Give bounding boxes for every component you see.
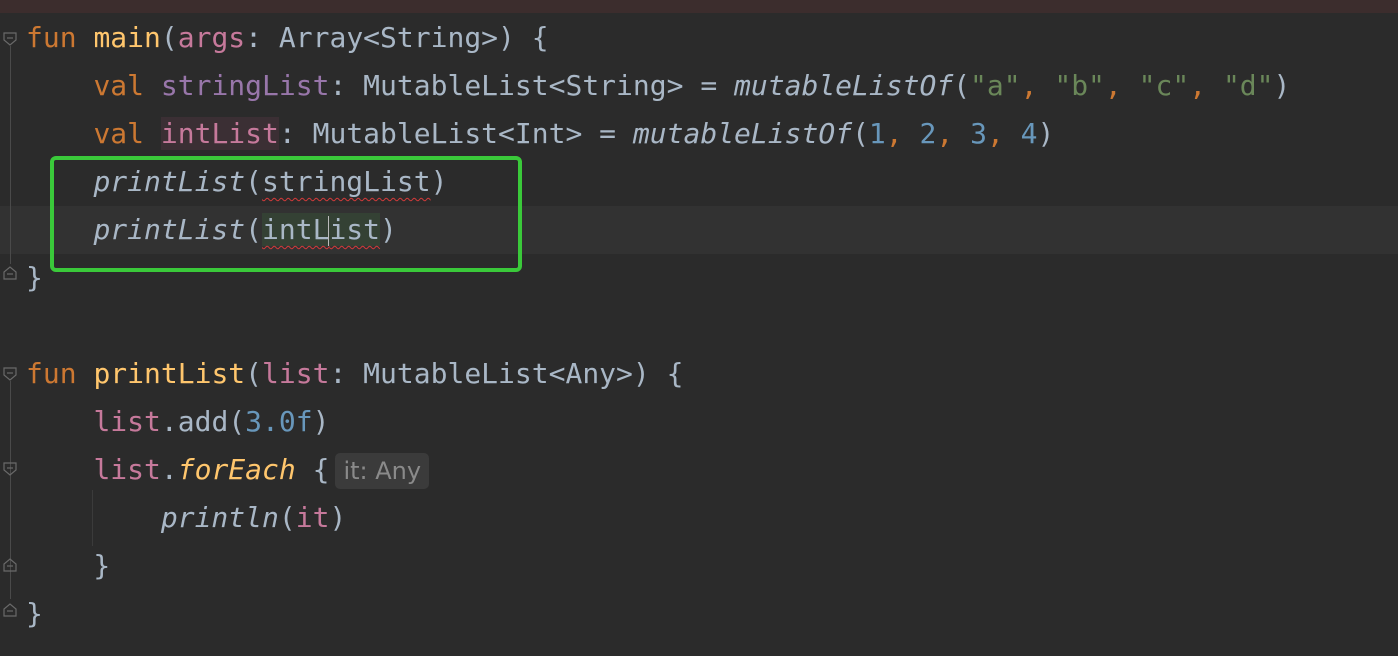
code-line[interactable]: list.add(3.0f): [26, 398, 329, 446]
code-token: ,: [986, 117, 1021, 150]
code-token: forEach: [177, 453, 296, 486]
code-token: main: [93, 21, 161, 54]
code-token: ): [329, 501, 347, 534]
code-token: fun: [26, 357, 77, 390]
code-line[interactable]: fun main(args: Array<String>) {: [26, 14, 549, 62]
fold-start-icon[interactable]: [3, 32, 17, 46]
code-token: : MutableList<String> =: [329, 69, 735, 102]
fold-end-icon[interactable]: [3, 558, 17, 572]
inlay-type-hint: it: Any: [335, 453, 430, 489]
code-token: 4: [1020, 117, 1038, 150]
code-token: (: [852, 117, 869, 150]
code-token: mutableListOf: [632, 117, 853, 150]
code-line[interactable]: }: [26, 254, 43, 302]
code-token: "c": [1138, 69, 1190, 102]
code-token: it: [295, 501, 330, 534]
code-token: : Array<String>) {: [245, 21, 549, 54]
code-token: val: [93, 69, 145, 102]
fold-end-icon[interactable]: [3, 603, 17, 617]
code-line[interactable]: }: [26, 542, 110, 590]
code-token: ,: [1189, 69, 1223, 102]
code-token: ,: [936, 117, 971, 150]
code-token: : MutableList<Any>) {: [329, 357, 684, 390]
code-token: .: [160, 453, 178, 486]
code-token: "d": [1222, 69, 1274, 102]
code-editor[interactable]: fun main(args: Array<String>) { val stri…: [0, 0, 1398, 656]
code-line[interactable]: list.forEach {it: Any: [26, 446, 430, 494]
code-token: list: [93, 453, 161, 486]
code-token: stringList: [160, 69, 330, 102]
code-token: args: [177, 21, 246, 54]
code-token: ): [312, 405, 330, 438]
code-token: "a": [970, 69, 1021, 102]
fold-range-line: [10, 46, 11, 264]
code-line[interactable]: println(it): [26, 494, 346, 542]
code-token: list: [262, 357, 330, 390]
fold-start-icon[interactable]: [3, 462, 17, 476]
code-token: 1: [868, 117, 886, 150]
code-token: ,: [1020, 69, 1055, 102]
code-token: "b": [1054, 69, 1105, 102]
code-token: .add(: [160, 405, 246, 438]
code-token: (: [953, 69, 971, 102]
code-token: 3: [970, 117, 987, 150]
code-token: }: [26, 261, 43, 294]
code-line[interactable]: }: [26, 590, 43, 638]
code-token: val: [93, 117, 145, 150]
code-token: }: [26, 549, 111, 582]
code-token: fun: [26, 21, 77, 54]
highlight-annotation-box: [50, 156, 522, 272]
code-token: (: [160, 21, 178, 54]
code-token: {: [295, 453, 330, 486]
code-token: ): [1037, 117, 1055, 150]
code-token: (: [245, 357, 263, 390]
code-token: list: [93, 405, 161, 438]
code-token: printList: [93, 357, 246, 390]
code-line[interactable]: val intList: MutableList<Int> = mutableL…: [26, 110, 1054, 158]
code-token: 3.0f: [245, 405, 313, 438]
top-error-strip: [0, 0, 1398, 13]
code-token: intList: [160, 117, 279, 150]
code-token: }: [26, 597, 43, 630]
fold-start-icon[interactable]: [3, 367, 17, 381]
code-token: ,: [885, 117, 920, 150]
code-token: ,: [1104, 69, 1139, 102]
code-line[interactable]: val stringList: MutableList<String> = mu…: [26, 62, 1290, 110]
fold-end-icon[interactable]: [3, 266, 17, 280]
code-token: println: [160, 501, 279, 534]
code-token: (: [278, 501, 296, 534]
code-token: ): [1273, 69, 1291, 102]
code-line[interactable]: fun printList(list: MutableList<Any>) {: [26, 350, 683, 398]
code-token: 2: [919, 117, 937, 150]
code-token: mutableListOf: [734, 69, 954, 102]
code-token: : MutableList<Int> =: [278, 117, 633, 150]
